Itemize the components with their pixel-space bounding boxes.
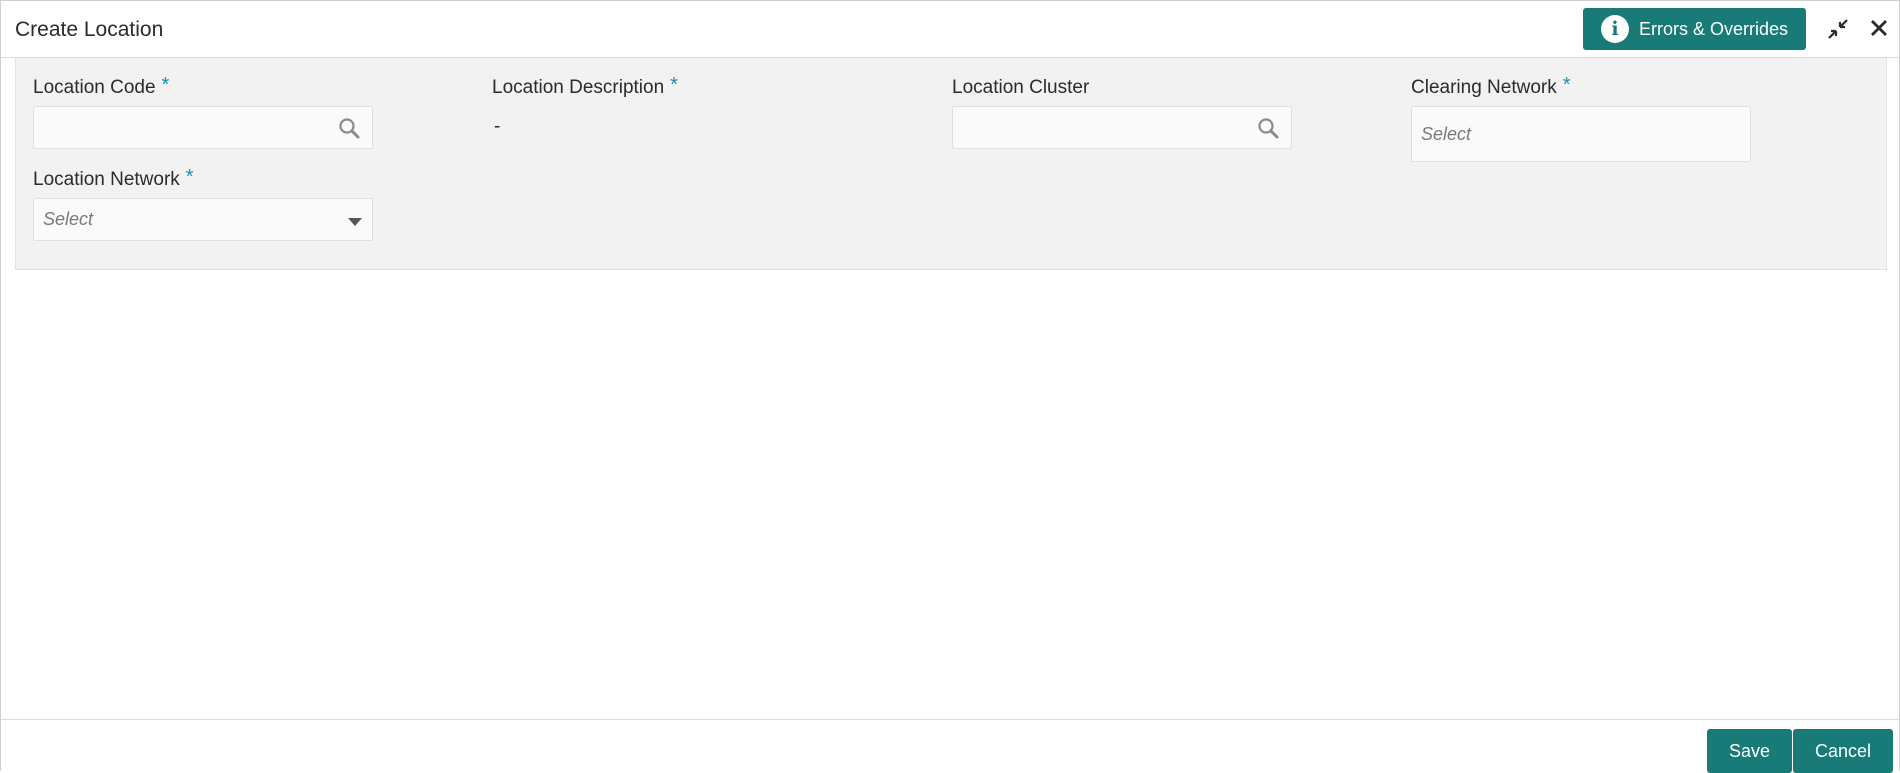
clearing-network-field[interactable]: [1411, 106, 1751, 162]
window-footer: Save Cancel: [1, 719, 1899, 773]
errors-overrides-label: Errors & Overrides: [1638, 18, 1789, 39]
required-marker: *: [185, 166, 194, 188]
clearing-network-label: Clearing Network: [1411, 77, 1557, 98]
chevron-down-icon[interactable]: [348, 218, 362, 226]
close-icon[interactable]: [1867, 17, 1891, 41]
location-code-field[interactable]: [33, 106, 373, 149]
required-marker: *: [161, 74, 170, 96]
required-marker: *: [1562, 74, 1571, 96]
search-icon[interactable]: [1257, 117, 1279, 139]
location-cluster-label-group: Location Cluster: [952, 77, 1089, 99]
cancel-button[interactable]: Cancel: [1793, 729, 1893, 773]
location-code-input[interactable]: [34, 107, 372, 148]
location-network-select[interactable]: [33, 198, 373, 241]
info-icon: i: [1600, 15, 1629, 43]
location-form-panel: Location Code * Location Description * - L…: [15, 58, 1887, 270]
location-network-label-group: Location Network *: [33, 166, 194, 191]
location-cluster-label: Location Cluster: [952, 77, 1090, 98]
location-cluster-input[interactable]: [953, 107, 1291, 148]
errors-overrides-button[interactable]: i Errors & Overrides: [1583, 8, 1806, 50]
location-cluster-field[interactable]: [952, 106, 1292, 149]
create-location-window: Create Location i Errors & Overrides Loc…: [0, 0, 1900, 773]
clearing-network-input[interactable]: [1412, 107, 1750, 161]
save-button[interactable]: Save: [1707, 729, 1792, 773]
location-description-label: Location Description: [492, 77, 665, 98]
window-header: Create Location i Errors & Overrides: [1, 1, 1899, 58]
location-description-value: -: [494, 116, 501, 137]
location-code-label-group: Location Code *: [33, 74, 170, 99]
required-marker: *: [670, 74, 678, 96]
location-network-label: Location Network: [33, 169, 180, 190]
clearing-network-label-group: Clearing Network *: [1411, 74, 1571, 99]
page-title: Create Location: [15, 18, 164, 41]
location-code-label: Location Code: [33, 77, 156, 98]
location-description-label-group: Location Description *: [492, 74, 678, 99]
location-network-input[interactable]: [34, 199, 372, 240]
minimize-icon[interactable]: [1826, 17, 1850, 41]
search-icon[interactable]: [338, 117, 360, 139]
